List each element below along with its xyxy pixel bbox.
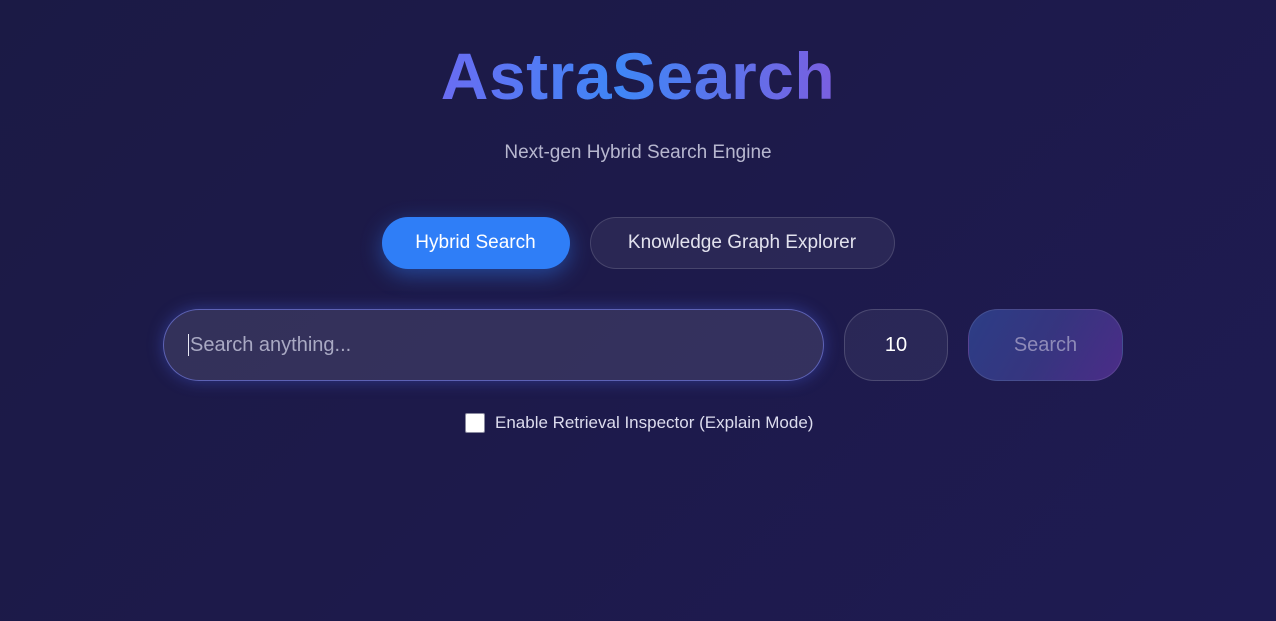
page-title: AstraSearch: [0, 38, 1276, 114]
page-subtitle: Next-gen Hybrid Search Engine: [504, 142, 772, 163]
tab-hybrid-search[interactable]: Hybrid Search: [381, 217, 570, 269]
app-container: AstraSearch Next-gen Hybrid Search Engin…: [0, 0, 1276, 621]
tab-knowledge-graph-explorer[interactable]: Knowledge Graph Explorer: [589, 217, 895, 269]
search-input-container: [163, 309, 824, 381]
mode-tabs: Hybrid Search Knowledge Graph Explorer: [0, 217, 1276, 269]
text-cursor: [188, 334, 189, 356]
result-count-input[interactable]: 10: [844, 309, 948, 381]
explain-mode-option: Enable Retrieval Inspector (Explain Mode…: [465, 412, 813, 434]
explain-mode-label[interactable]: Enable Retrieval Inspector (Explain Mode…: [495, 412, 813, 434]
explain-mode-checkbox[interactable]: [465, 413, 485, 433]
search-input[interactable]: [164, 310, 823, 380]
app-title-text: AstraSearch: [440, 39, 836, 113]
search-button[interactable]: Search: [968, 309, 1123, 381]
